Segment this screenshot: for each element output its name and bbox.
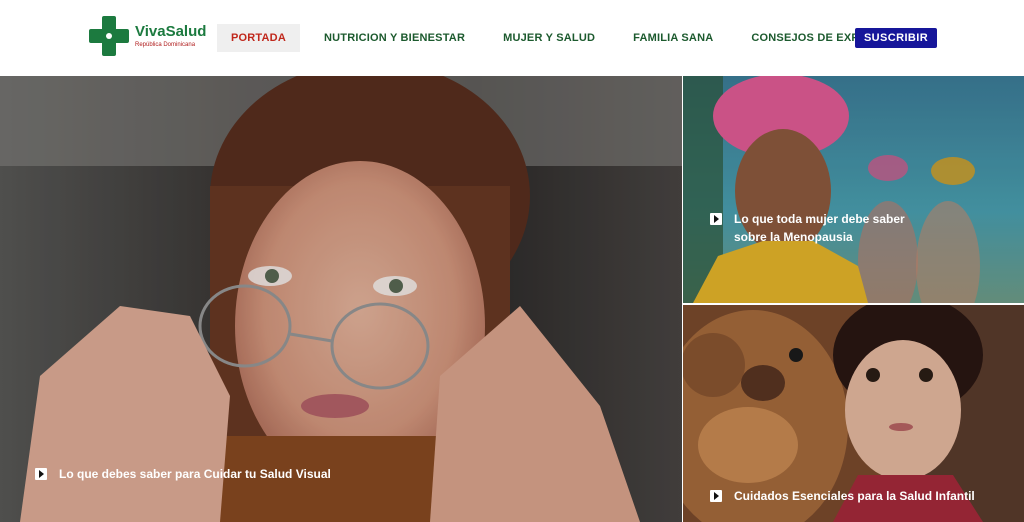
play-icon <box>710 213 722 225</box>
site-name: VivaSalud <box>135 23 207 40</box>
grid-divider <box>682 76 683 522</box>
site-logo[interactable]: VivaSalud República Dominicana <box>89 16 206 56</box>
article-photo-older-woman <box>683 76 1024 303</box>
site-subtitle: República Dominicana <box>135 42 196 48</box>
nav-item-mujer[interactable]: MUJER Y SALUD <box>489 24 609 52</box>
medical-cross-icon <box>89 16 129 56</box>
subscribe-button[interactable]: SUSCRIBIR <box>855 28 937 48</box>
article-title[interactable]: Lo que debes saber para Cuidar tu Salud … <box>59 465 331 483</box>
featured-article-card[interactable]: Lo que debes saber para Cuidar tu Salud … <box>0 76 682 522</box>
grid-divider <box>683 303 1024 305</box>
nav-item-portada[interactable]: PORTADA <box>217 24 300 52</box>
nav-item-familia[interactable]: FAMILIA SANA <box>619 24 727 52</box>
article-card-salud-infantil[interactable]: Cuidados Esenciales para la Salud Infant… <box>683 305 1024 522</box>
article-title[interactable]: Lo que toda mujer debe saber sobre la Me… <box>734 210 940 246</box>
main-nav: PORTADA NUTRICION Y BIENESTAR MUJER Y SA… <box>217 24 912 52</box>
article-title[interactable]: Cuidados Esenciales para la Salud Infant… <box>734 487 975 505</box>
nav-item-nutricion[interactable]: NUTRICION Y BIENESTAR <box>310 24 479 52</box>
article-card-menopausia[interactable]: Lo que toda mujer debe saber sobre la Me… <box>683 76 1024 303</box>
site-header: VivaSalud República Dominicana PORTADA N… <box>0 0 1024 76</box>
play-icon <box>35 468 47 480</box>
play-icon <box>710 490 722 502</box>
article-photo-woman-glasses <box>0 76 682 522</box>
